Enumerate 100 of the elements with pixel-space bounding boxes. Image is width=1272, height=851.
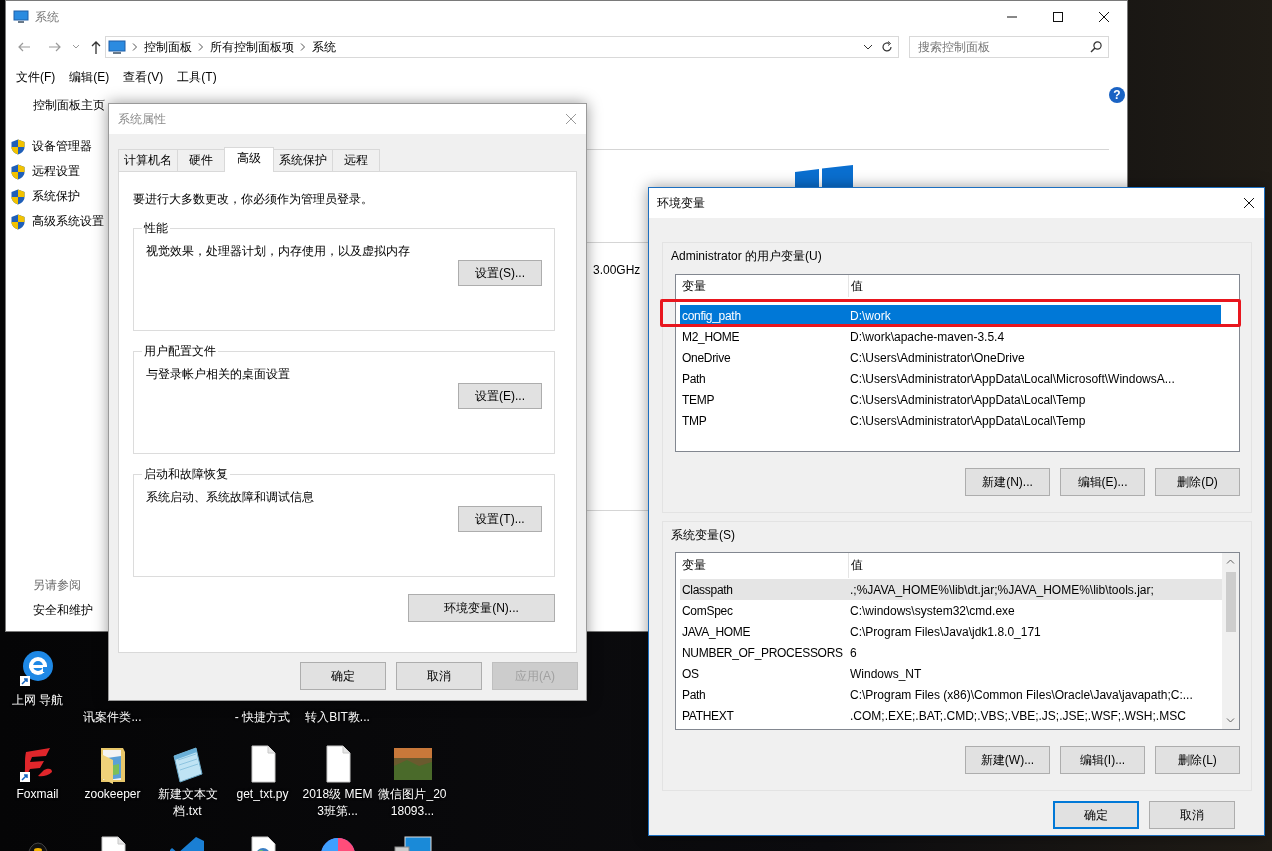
variable-name: JAVA_HOME — [681, 624, 752, 639]
icon-label[interactable]: Foxmail — [1, 786, 74, 803]
list-row[interactable]: OneDrive C:\Users\Administrator\OneDrive — [680, 347, 1221, 368]
monitor-icon — [108, 40, 126, 54]
icon-label[interactable]: 讯案件类... — [76, 709, 149, 726]
group-description: 系统启动、系统故障和调试信息 — [146, 489, 315, 506]
menu-item[interactable]: 工具(T) — [177, 68, 217, 86]
group-title: 性能 — [143, 220, 169, 237]
dialog-button[interactable]: 取消 — [1149, 801, 1235, 829]
column-header[interactable]: 值 — [849, 277, 863, 295]
tab[interactable]: 高级 — [224, 147, 274, 172]
column-header[interactable]: 变量 — [680, 553, 849, 578]
nav-link[interactable]: 控制面板主页 — [6, 97, 109, 114]
settings-button[interactable]: 设置(T)... — [458, 506, 542, 532]
nav-link[interactable]: 高级系统设置 — [32, 213, 104, 230]
list-action-button[interactable]: 删除(L) — [1155, 746, 1240, 774]
list-row[interactable]: PATHEXT .COM;.EXE;.BAT;.CMD;.VBS;.VBE;.JS;.JSE;.WSF;.WSH;.MSC — [680, 705, 1222, 726]
variable-name: M2_HOME — [681, 329, 741, 344]
close-icon[interactable] — [1099, 12, 1109, 22]
nav-link[interactable]: 安全和维护 — [33, 602, 109, 619]
variable-value: C:\windows\system32\cmd.exe — [849, 603, 1015, 618]
list-action-button[interactable]: 编辑(I)... — [1060, 746, 1145, 774]
list-action-button[interactable]: 新建(N)... — [965, 468, 1050, 496]
breadcrumb-item[interactable]: 系统 — [312, 38, 336, 56]
list-row[interactable]: Path C:\Users\Administrator\AppData\Local\Microsoft\WindowsA... — [680, 368, 1221, 389]
menu-item[interactable]: 查看(V) — [123, 68, 164, 86]
dialog-title: 环境变量 — [657, 194, 705, 212]
group-title: 启动和故障恢复 — [143, 466, 229, 483]
chevron-right-icon — [198, 43, 204, 51]
window-title: 系统 — [35, 8, 59, 26]
close-icon[interactable] — [1244, 198, 1254, 208]
refresh-icon[interactable] — [881, 41, 893, 53]
tab[interactable]: 计算机名 — [118, 149, 178, 171]
address-bar[interactable]: 控制面板 所有控制面板项 系统 — [105, 36, 899, 58]
dropdown-chevron-icon[interactable] — [863, 44, 873, 50]
list-row[interactable]: ComSpec C:\windows\system32\cmd.exe — [680, 600, 1222, 621]
tab[interactable]: 远程 — [332, 149, 380, 171]
chevron-right-icon — [300, 43, 306, 51]
icon-label[interactable]: - 快捷方式 — [226, 709, 299, 726]
list-action-button[interactable]: 编辑(E)... — [1060, 468, 1145, 496]
menu-item[interactable]: 编辑(E) — [69, 68, 110, 86]
variable-value: C:\Program Files\Java\jdk1.8.0_171 — [849, 624, 1041, 639]
settings-button[interactable]: 设置(S)... — [458, 260, 542, 286]
section-heading: 另请参阅 — [33, 577, 82, 594]
dialog-button[interactable]: 取消 — [396, 662, 482, 690]
list-row[interactable]: OS Windows_NT — [680, 663, 1222, 684]
variable-value: D:\work — [849, 308, 891, 323]
icon-label[interactable]: 新建文本文档.txt — [151, 786, 224, 820]
notice-text: 要进行大多数更改，你必须作为管理员登录。 — [133, 191, 374, 208]
group-title: 系统变量(S) — [671, 527, 736, 544]
variable-name: ComSpec — [681, 603, 734, 618]
group-description: 视觉效果，处理器计划，内存使用，以及虚拟内存 — [146, 243, 411, 260]
shield-icon — [11, 188, 25, 205]
list-row[interactable]: TEMP C:\Users\Administrator\AppData\Local\Temp — [680, 389, 1221, 410]
variable-value: C:\Users\Administrator\OneDrive — [849, 350, 1025, 365]
monitor-icon — [13, 10, 29, 24]
column-header[interactable]: 值 — [849, 557, 863, 574]
variable-name: TMP — [681, 413, 708, 428]
variable-name: Path — [681, 687, 707, 702]
icon-label[interactable]: 上网 导航 — [1, 692, 74, 709]
maximize-icon[interactable] — [1053, 12, 1063, 22]
shield-icon — [11, 138, 25, 155]
search-field[interactable]: 搜索控制面板 — [909, 36, 1109, 58]
variable-value: Windows_NT — [849, 666, 922, 681]
list-row[interactable]: JAVA_HOME C:\Program Files\Java\jdk1.8.0_171 — [680, 621, 1222, 642]
nav-link[interactable]: 系统保护 — [32, 188, 80, 205]
breadcrumb-item[interactable]: 所有控制面板项 — [210, 38, 294, 56]
icon-label[interactable]: 转入BIT教... — [301, 709, 374, 726]
dialog-button[interactable]: 确定 — [1053, 801, 1139, 829]
icon-label[interactable]: 2018级 MEM3班第... — [301, 786, 374, 820]
nav-link[interactable]: 设备管理器 — [32, 138, 92, 155]
list-row[interactable]: Classpath .;%JAVA_HOME%\lib\dt.jar;%JAVA_HOME%\lib\tools.jar; — [680, 579, 1222, 600]
group-title: Administrator 的用户变量(U) — [671, 248, 823, 265]
variable-value: C:\Users\Administrator\AppData\Local\Microsoft\WindowsA... — [849, 371, 1175, 386]
variable-name: Path — [681, 371, 707, 386]
menu-item[interactable]: 文件(F) — [16, 68, 56, 86]
list-row[interactable]: M2_HOME D:\work\apache-maven-3.5.4 — [680, 326, 1221, 347]
list-action-button[interactable]: 新建(W)... — [965, 746, 1050, 774]
list-row[interactable]: TMP C:\Users\Administrator\AppData\Local\Temp — [680, 410, 1221, 431]
breadcrumb-item[interactable]: 控制面板 — [144, 38, 192, 56]
scrollbar-thumb[interactable] — [1225, 572, 1236, 632]
dialog-button[interactable]: 确定 — [300, 662, 386, 690]
list-action-button[interactable]: 删除(D) — [1155, 468, 1240, 496]
recent-pages-caret-icon[interactable] — [72, 43, 80, 51]
environment-variables-button[interactable]: 环境变量(N)... — [408, 594, 555, 622]
list-row[interactable]: config_path D:\work — [680, 305, 1221, 326]
search-icon[interactable] — [1090, 41, 1102, 53]
list-row[interactable]: NUMBER_OF_PROCESSORS 6 — [680, 642, 1222, 663]
icon-label[interactable]: zookeeper — [76, 786, 149, 803]
help-button[interactable]: ? — [1109, 87, 1125, 103]
variable-value: C:\Users\Administrator\AppData\Local\Temp — [849, 413, 1086, 428]
variable-value: .COM;.EXE;.BAT;.CMD;.VBS;.VBE;.JS;.JSE;.WSF;.WSH;.MSC — [849, 708, 1186, 723]
up-arrow-icon[interactable] — [89, 39, 103, 55]
list-row[interactable]: Path C:\Program Files (x86)\Common Files\Oracle\Java\javapath;C:... — [680, 684, 1222, 705]
icon-label[interactable]: get_txt.py — [226, 786, 299, 803]
icon-label[interactable]: 微信图片_2018093... — [376, 786, 449, 820]
nav-link[interactable]: 远程设置 — [32, 163, 80, 180]
column-header[interactable]: 变量 — [680, 275, 849, 297]
settings-button[interactable]: 设置(E)... — [458, 383, 542, 409]
computer-icon[interactable] — [392, 835, 433, 851]
